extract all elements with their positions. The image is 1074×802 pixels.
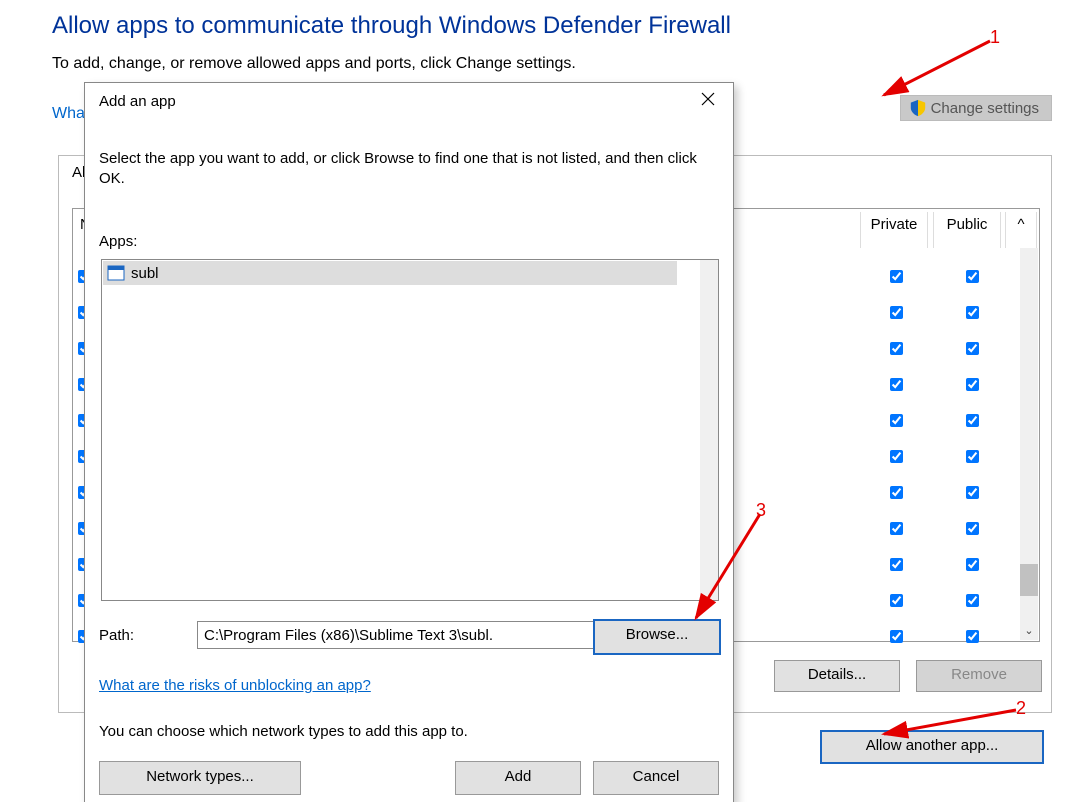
row-private-checkbox[interactable]: [890, 378, 903, 391]
risks-link[interactable]: What are the risks of unblocking an app?: [99, 677, 371, 694]
row-private-checkbox[interactable]: [890, 630, 903, 643]
row-public-checkbox[interactable]: [966, 270, 979, 283]
row-public-checkbox[interactable]: [966, 342, 979, 355]
row-private-checkbox[interactable]: [890, 306, 903, 319]
dialog-title: Add an app: [99, 93, 176, 110]
row-private-checkbox[interactable]: [890, 594, 903, 607]
annotation-3-label: 3: [756, 500, 766, 521]
column-public[interactable]: Public: [933, 212, 1001, 248]
row-public-checkbox[interactable]: [966, 630, 979, 643]
remove-button: Remove: [916, 660, 1042, 692]
shield-icon: [909, 99, 927, 117]
column-scroll-up[interactable]: ^: [1005, 212, 1037, 248]
row-private-checkbox[interactable]: [890, 414, 903, 427]
program-icon: [107, 264, 125, 282]
row-public-checkbox[interactable]: [966, 486, 979, 499]
row-public-checkbox[interactable]: [966, 558, 979, 571]
row-private-checkbox[interactable]: [890, 270, 903, 283]
close-button[interactable]: [693, 91, 723, 115]
network-types-button[interactable]: Network types...: [99, 761, 301, 795]
path-input[interactable]: [197, 621, 595, 649]
row-private-checkbox[interactable]: [890, 522, 903, 535]
apps-listbox[interactable]: subl: [101, 259, 719, 601]
add-an-app-dialog: Add an app Select the app you want to ad…: [84, 82, 734, 802]
cancel-button[interactable]: Cancel: [593, 761, 719, 795]
apps-label: Apps:: [99, 233, 137, 250]
row-private-checkbox[interactable]: [890, 558, 903, 571]
allow-another-app-button[interactable]: Allow another app...: [820, 730, 1044, 764]
details-button[interactable]: Details...: [774, 660, 900, 692]
path-label: Path:: [99, 627, 134, 644]
change-settings-label: Change settings: [931, 100, 1039, 117]
column-private[interactable]: Private: [860, 212, 928, 248]
browse-button[interactable]: Browse...: [593, 619, 721, 655]
annotation-1-label: 1: [990, 27, 1000, 48]
row-public-checkbox[interactable]: [966, 450, 979, 463]
apps-list-scrollbar[interactable]: [700, 260, 718, 600]
row-private-checkbox[interactable]: [890, 342, 903, 355]
row-public-checkbox[interactable]: [966, 594, 979, 607]
change-settings-button[interactable]: Change settings: [900, 95, 1052, 121]
add-button[interactable]: Add: [455, 761, 581, 795]
page-subtitle: To add, change, or remove allowed apps a…: [52, 55, 576, 73]
risks-link-truncated[interactable]: Wha: [52, 105, 85, 123]
network-types-text: You can choose which network types to ad…: [99, 723, 468, 740]
row-private-checkbox[interactable]: [890, 486, 903, 499]
app-list-item-label: subl: [131, 265, 159, 282]
page-heading: Allow apps to communicate through Window…: [52, 12, 731, 40]
app-list-item-selected[interactable]: subl: [103, 261, 677, 285]
row-public-checkbox[interactable]: [966, 522, 979, 535]
row-private-checkbox[interactable]: [890, 450, 903, 463]
dialog-instructions: Select the app you want to add, or click…: [99, 149, 699, 190]
row-public-checkbox[interactable]: [966, 306, 979, 319]
row-public-checkbox[interactable]: [966, 414, 979, 427]
row-public-checkbox[interactable]: [966, 378, 979, 391]
annotation-2-label: 2: [1016, 698, 1026, 719]
close-icon: [701, 92, 715, 106]
